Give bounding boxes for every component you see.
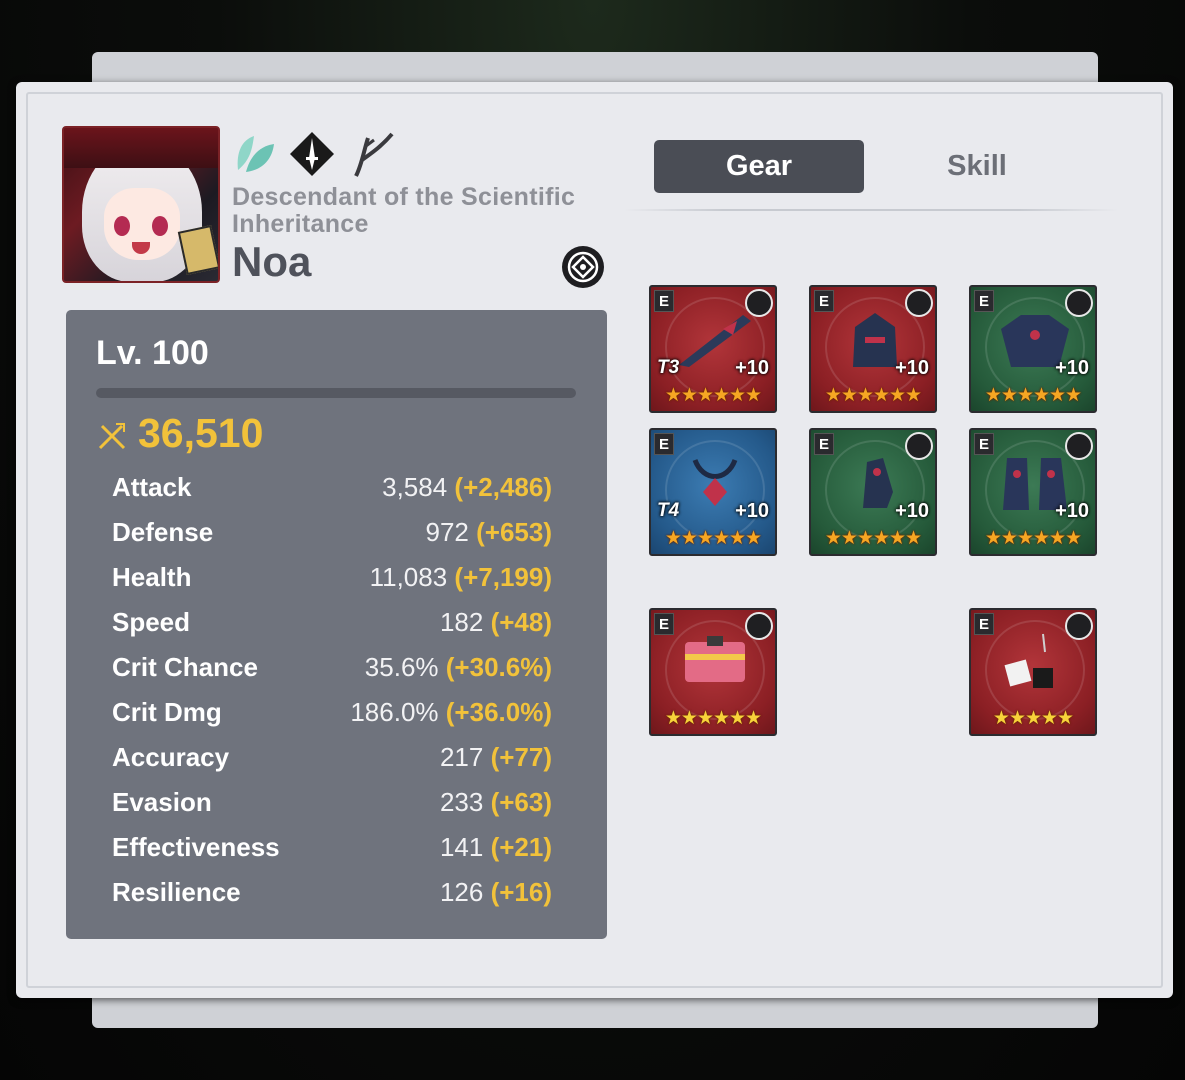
stat-bonus: (+653) bbox=[476, 517, 552, 547]
class-restrict-icon bbox=[1065, 612, 1093, 640]
thief-class-icon bbox=[290, 132, 334, 176]
gear-enhance: +10 bbox=[735, 357, 769, 379]
tab-skill[interactable]: Skill bbox=[872, 140, 1082, 193]
artifact-slot-2[interactable]: E ★★★★★ bbox=[969, 608, 1097, 736]
stat-label: Speed bbox=[112, 607, 191, 637]
stat-row-accuracy: Accuracy 217 (+77) bbox=[112, 742, 552, 782]
stat-value: 972 bbox=[425, 517, 469, 547]
artifact-slot-1[interactable]: E ★★★★★★ bbox=[649, 608, 777, 736]
gear-tier: T3 bbox=[657, 357, 680, 378]
stat-bonus: (+77) bbox=[490, 742, 552, 772]
gear-enhance: +10 bbox=[895, 357, 929, 379]
set-icon bbox=[1065, 432, 1093, 460]
stat-row-defense: Defense 972 (+653) bbox=[112, 517, 552, 557]
stat-value: 141 bbox=[439, 832, 484, 862]
gear-grade: E bbox=[654, 290, 674, 312]
gear-grade: E bbox=[814, 290, 834, 312]
gear-stars: ★★★★★★ bbox=[984, 528, 1082, 549]
stat-row-crit-chance: Crit Chance 35.6% (+30.6%) bbox=[112, 652, 552, 692]
set-icon bbox=[905, 432, 933, 460]
gear-stars: ★★★★★★ bbox=[664, 385, 762, 406]
gear-slot-armor[interactable]: E +10 ★★★★★★ bbox=[969, 285, 1097, 413]
stat-value: 35.6% bbox=[364, 652, 439, 682]
gear-slot-weapon[interactable]: E T3 +10 ★★★★★★ bbox=[649, 285, 777, 413]
stat-value: 11,083 bbox=[369, 562, 448, 592]
stat-bonus: (+16) bbox=[490, 877, 552, 907]
artifact-stars: ★★★★★ bbox=[992, 708, 1074, 729]
stat-bonus: (+21) bbox=[490, 832, 552, 862]
stat-bonus: (+2,486) bbox=[454, 472, 552, 502]
gear-slot-ring[interactable]: E +10 ★★★★★★ bbox=[809, 428, 937, 556]
gear-enhance: +10 bbox=[895, 500, 929, 522]
stat-row-effectiveness: Effectiveness 141 (+21) bbox=[112, 832, 552, 872]
gear-slot-helmet[interactable]: E +10 ★★★★★★ bbox=[809, 285, 937, 413]
stat-label: Attack bbox=[112, 472, 192, 502]
stat-bonus: (+36.0%) bbox=[445, 697, 552, 727]
stat-label: Accuracy bbox=[112, 742, 230, 772]
stat-bonus: (+48) bbox=[490, 607, 552, 637]
stat-bonus: (+7,199) bbox=[454, 562, 552, 592]
gear-grade: E bbox=[974, 290, 994, 312]
stats-panel: Lv. 100 36,510 Attack 3,584 (+2,486) Def… bbox=[66, 310, 607, 939]
stat-bonus: (+63) bbox=[490, 787, 552, 817]
stat-row-health: Health 11,083 (+7,199) bbox=[112, 562, 552, 602]
set-icon bbox=[905, 289, 933, 317]
portrait-eye bbox=[152, 216, 168, 236]
stat-label: Crit Dmg bbox=[112, 697, 222, 727]
gear-slot-boots[interactable]: E +10 ★★★★★★ bbox=[969, 428, 1097, 556]
stat-label: Effectiveness bbox=[112, 832, 280, 862]
stat-bonus: (+30.6%) bbox=[445, 652, 552, 682]
gear-enhance: +10 bbox=[1055, 500, 1089, 522]
stat-value: 233 bbox=[439, 787, 484, 817]
hero-name: Noa bbox=[232, 238, 312, 285]
gear-grade: E bbox=[814, 433, 834, 455]
stat-label: Health bbox=[112, 562, 192, 592]
stat-value: 217 bbox=[439, 742, 484, 772]
stat-value: 3,584 bbox=[382, 472, 448, 502]
stat-row-crit-dmg: Crit Dmg 186.0% (+36.0%) bbox=[112, 697, 552, 737]
artifact-chest-icon bbox=[685, 636, 745, 682]
gear-enhance: +10 bbox=[1055, 357, 1089, 379]
horoscope-icon bbox=[354, 132, 394, 177]
class-restrict-icon bbox=[745, 612, 773, 640]
gear-stars: ★★★★★★ bbox=[984, 385, 1082, 406]
tab-divider bbox=[624, 209, 1118, 211]
gear-stars: ★★★★★★ bbox=[664, 528, 762, 549]
stat-value: 126 bbox=[439, 877, 484, 907]
hero-level: Lv. 100 bbox=[96, 334, 209, 372]
gear-stars: ★★★★★★ bbox=[824, 385, 922, 406]
hero-title: Descendant of the Scientific Inheritance bbox=[232, 183, 576, 238]
tab-gear[interactable]: Gear bbox=[654, 140, 864, 193]
gear-stars: ★★★★★★ bbox=[824, 528, 922, 549]
stat-row-attack: Attack 3,584 (+2,486) bbox=[112, 472, 552, 512]
gear-grade: E bbox=[654, 433, 674, 455]
stat-row-resilience: Resilience 126 (+16) bbox=[112, 877, 552, 917]
stat-value: 186.0% bbox=[350, 697, 439, 727]
leaf-element-icon bbox=[237, 136, 274, 172]
artifact-grade: E bbox=[654, 613, 674, 635]
gear-tier: T4 bbox=[657, 500, 680, 521]
portrait-hood bbox=[64, 128, 218, 168]
stat-label: Evasion bbox=[112, 787, 212, 817]
stat-label: Resilience bbox=[112, 877, 241, 907]
artifact-grade: E bbox=[974, 613, 994, 635]
gear-grade: E bbox=[974, 433, 994, 455]
stat-value: 182 bbox=[439, 607, 484, 637]
stat-label: Crit Chance bbox=[112, 652, 258, 682]
portrait-eye bbox=[114, 216, 130, 236]
hero-portrait[interactable] bbox=[62, 126, 220, 283]
artifact-stars: ★★★★★★ bbox=[664, 708, 762, 729]
gear-slot-necklace[interactable]: E T4 +10 ★★★★★★ bbox=[649, 428, 777, 556]
combat-power-icon bbox=[98, 423, 126, 450]
combat-power-value: 36,510 bbox=[138, 410, 264, 456]
imprint-target-icon[interactable] bbox=[560, 244, 606, 290]
gear-enhance: +10 bbox=[735, 500, 769, 522]
artifact-dice-icon bbox=[1004, 633, 1053, 688]
set-icon bbox=[745, 289, 773, 317]
stat-row-speed: Speed 182 (+48) bbox=[112, 607, 552, 647]
stat-label: Defense bbox=[112, 517, 214, 547]
stat-row-evasion: Evasion 233 (+63) bbox=[112, 787, 552, 827]
set-icon bbox=[1065, 289, 1093, 317]
xp-bar bbox=[96, 388, 576, 398]
